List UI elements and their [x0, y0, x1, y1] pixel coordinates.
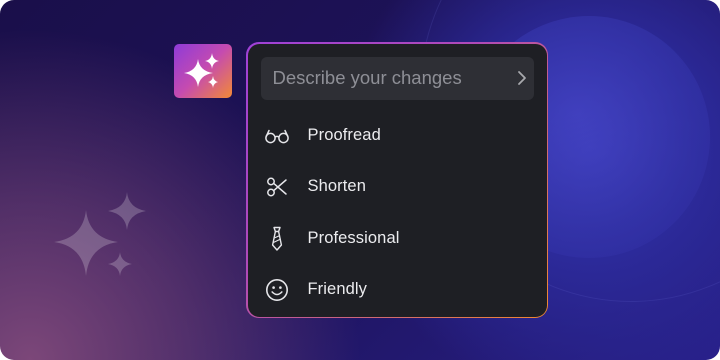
menu-item-label: Friendly: [307, 280, 367, 298]
sparkles-icon: [184, 53, 219, 88]
smiley-icon: [264, 277, 290, 303]
menu-item-shorten[interactable]: Shorten: [248, 165, 547, 209]
background-sparkles-icon: [54, 192, 146, 276]
search-bar[interactable]: [260, 56, 534, 100]
scissors-icon: [264, 174, 290, 200]
ai-assist-button[interactable]: [174, 44, 232, 98]
glasses-icon: [264, 123, 290, 149]
necktie-icon: [264, 226, 290, 252]
canvas: Proofread Shorten: [0, 0, 720, 360]
ai-menu: Proofread Shorten: [247, 43, 547, 317]
menu-item-label: Professional: [307, 229, 400, 247]
menu-item-professional[interactable]: Professional: [248, 217, 547, 261]
menu-item-friendly[interactable]: Friendly: [248, 268, 547, 312]
menu-item-proofread[interactable]: Proofread: [248, 114, 547, 158]
chevron-right-icon[interactable]: [516, 69, 528, 87]
describe-changes-input[interactable]: [272, 67, 516, 89]
ai-menu-popover: Proofread Shorten: [246, 42, 548, 318]
menu-item-label: Shorten: [307, 177, 366, 195]
menu-item-label: Proofread: [307, 126, 381, 144]
